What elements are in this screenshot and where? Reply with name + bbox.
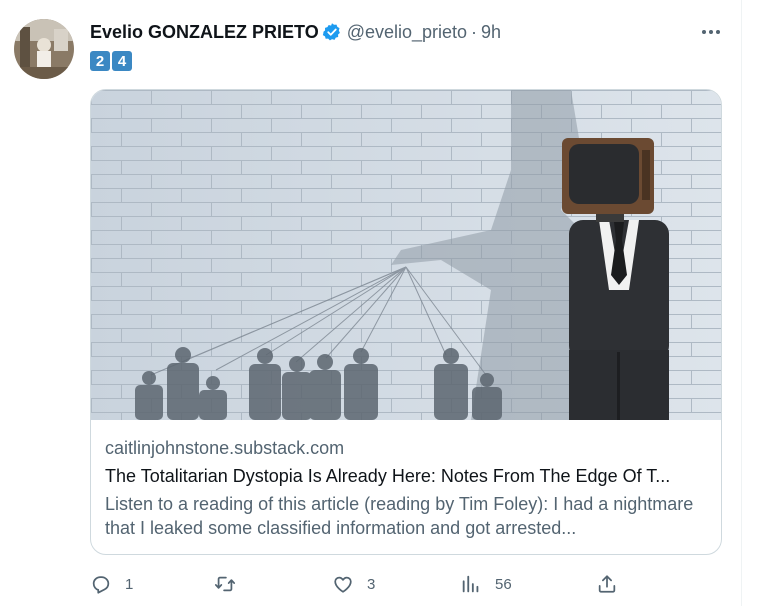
link-card[interactable]: caitlinjohnstone.substack.com The Totali… bbox=[90, 89, 722, 555]
keycap-badge: 2 bbox=[90, 51, 110, 71]
separator-dot: · bbox=[471, 21, 478, 42]
card-description: Listen to a reading of this article (rea… bbox=[105, 494, 694, 538]
card-image[interactable] bbox=[91, 90, 721, 420]
like-icon bbox=[334, 576, 352, 593]
retweet-button[interactable] bbox=[214, 570, 249, 598]
avatar-photo bbox=[14, 19, 74, 79]
verified-badge-icon[interactable] bbox=[322, 22, 342, 42]
tweet-header: Evelio GONZALEZ PRIETO @evelio_prieto · … bbox=[90, 20, 501, 44]
more-icon[interactable] bbox=[698, 22, 724, 42]
card-domain: caitlinjohnstone.substack.com bbox=[105, 438, 345, 458]
card-title: The Totalitarian Dystopia Is Already Her… bbox=[105, 466, 671, 486]
reply-icon bbox=[92, 576, 110, 594]
share-button[interactable] bbox=[596, 570, 618, 598]
reply-button[interactable]: 1 bbox=[90, 570, 133, 598]
timestamp[interactable]: 9h bbox=[481, 22, 501, 43]
share-icon bbox=[598, 575, 616, 593]
views-button[interactable]: 56 bbox=[460, 570, 512, 598]
timeline-divider bbox=[741, 0, 742, 606]
avatar[interactable] bbox=[14, 19, 74, 79]
card-body[interactable]: caitlinjohnstone.substack.com The Totali… bbox=[105, 436, 709, 540]
tweet-text: 2 4 bbox=[90, 51, 132, 71]
user-handle[interactable]: @evelio_prieto bbox=[347, 22, 467, 43]
like-count: 3 bbox=[367, 575, 376, 593]
retweet-icon bbox=[214, 576, 236, 592]
like-button[interactable]: 3 bbox=[332, 570, 375, 598]
display-name[interactable]: Evelio GONZALEZ PRIETO bbox=[90, 22, 319, 43]
tweet-actions: 1 3 56 bbox=[90, 570, 630, 598]
views-icon bbox=[462, 575, 479, 593]
reply-count: 1 bbox=[125, 575, 134, 593]
keycap-badge: 4 bbox=[112, 51, 132, 71]
view-count: 56 bbox=[495, 575, 512, 593]
